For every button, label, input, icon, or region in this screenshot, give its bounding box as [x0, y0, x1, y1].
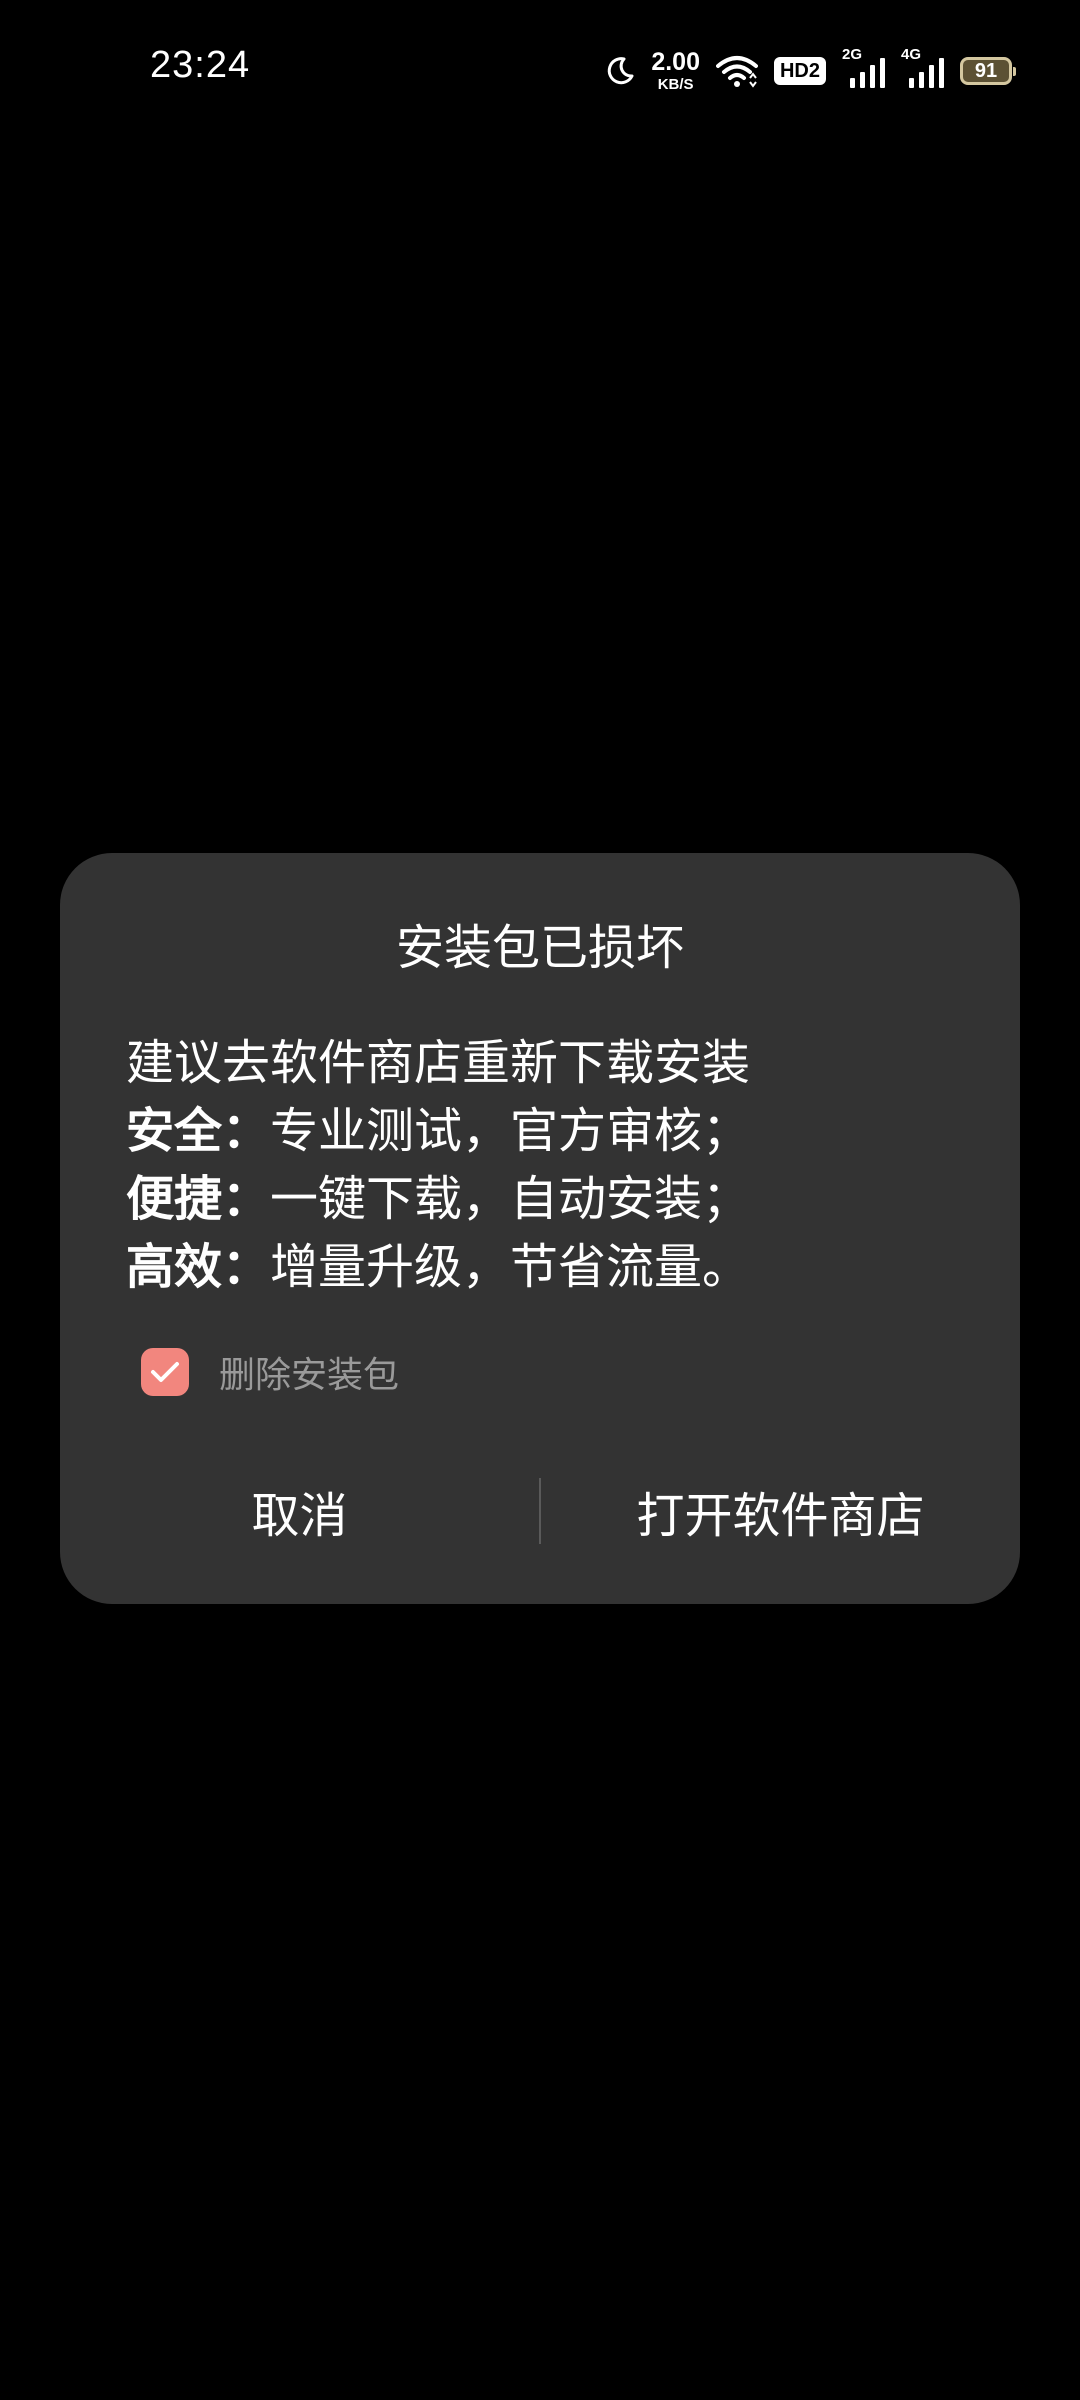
status-time: 23:24 — [150, 44, 251, 86]
signal-2g-label: 2G — [842, 46, 863, 63]
point-label: 安全 — [126, 1103, 223, 1159]
screen: 23:24 2.00 KB/S HD2 2G 4G 91 安装包已损坏 建议去软… — [0, 0, 1080, 2400]
delete-package-option[interactable]: 删除安装包 — [141, 1347, 399, 1397]
dialog-buttons: 取消 打开软件商店 — [60, 1471, 1020, 1551]
net-speed-unit: KB/S — [657, 76, 694, 93]
checkmark-icon — [151, 1362, 179, 1382]
cancel-button[interactable]: 取消 — [60, 1471, 539, 1551]
delete-package-checkbox[interactable] — [141, 1348, 189, 1396]
damaged-package-dialog: 安装包已损坏 建议去软件商店重新下载安装 安全：专业测试，官方审核； 便捷：一键… — [60, 853, 1020, 1604]
point-convenience: 便捷：一键下载，自动安装； — [126, 1165, 966, 1233]
dialog-title: 安装包已损坏 — [395, 920, 684, 976]
battery-icon: 91 — [960, 57, 1016, 85]
point-separator: ： — [222, 1239, 271, 1295]
point-efficiency: 高效：增量升级，节省流量。 — [126, 1233, 966, 1301]
signal-4g-label: 4G — [901, 46, 922, 63]
wifi-icon — [715, 54, 758, 88]
point-text: 一键下载，自动安装； — [270, 1171, 751, 1227]
hd-badge: HD2 — [773, 57, 826, 85]
point-text: 增量升级，节省流量。 — [270, 1239, 751, 1295]
signal-4g-icon: 4G — [901, 46, 944, 88]
status-icons: 2.00 KB/S HD2 2G 4G 91 — [605, 46, 1016, 96]
point-label: 便捷 — [126, 1171, 223, 1227]
status-bar: 23:24 2.00 KB/S HD2 2G 4G 91 — [0, 0, 1080, 140]
point-safety: 安全：专业测试，官方审核； — [126, 1097, 966, 1165]
point-separator: ： — [222, 1171, 271, 1227]
net-speed-value: 2.00 — [651, 48, 700, 76]
moon-icon — [605, 56, 635, 86]
open-store-button[interactable]: 打开软件商店 — [541, 1471, 1020, 1551]
signal-2g-icon: 2G — [842, 46, 885, 88]
battery-level: 91 — [974, 60, 998, 82]
point-text: 专业测试，官方审核； — [270, 1103, 751, 1159]
net-speed: 2.00 KB/S — [651, 48, 700, 93]
delete-package-label[interactable]: 删除安装包 — [219, 1346, 399, 1398]
point-separator: ： — [222, 1103, 271, 1159]
dialog-intro: 建议去软件商店重新下载安装 — [126, 1035, 751, 1091]
dialog-message: 建议去软件商店重新下载安装 安全：专业测试，官方审核； 便捷：一键下载，自动安装… — [126, 1029, 966, 1301]
point-label: 高效 — [126, 1239, 223, 1295]
